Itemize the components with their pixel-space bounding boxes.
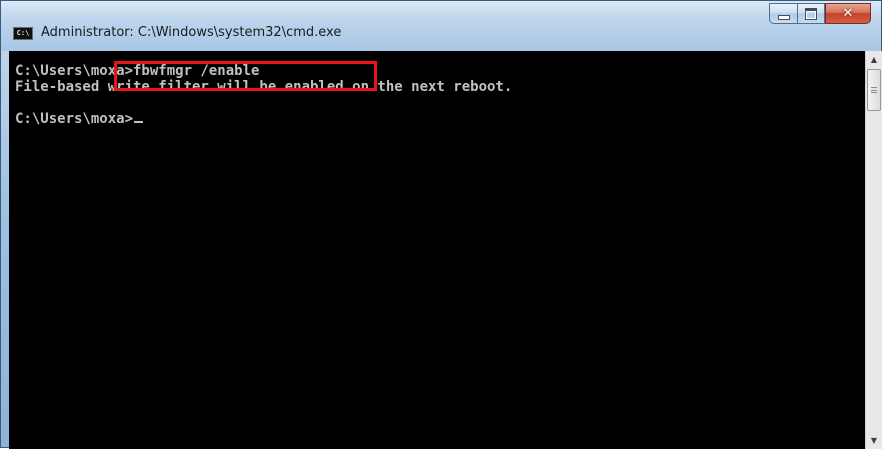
caption-buttons: ✕ <box>769 3 871 25</box>
console-output[interactable]: C:\Users\moxa>fbwfmgr /enable File-based… <box>9 51 865 449</box>
close-button[interactable]: ✕ <box>825 3 871 24</box>
console-line-prompt: C:\Users\moxa> <box>15 111 144 127</box>
maximize-icon <box>805 7 817 20</box>
cmd-window: C:\ Administrator: C:\Windows\system32\c… <box>0 0 882 449</box>
minimize-button[interactable] <box>769 3 797 24</box>
grip-icon <box>871 87 877 93</box>
close-icon: ✕ <box>842 6 854 21</box>
window-title: Administrator: C:\Windows\system32\cmd.e… <box>41 25 342 40</box>
highlight-annotation-box <box>114 61 377 91</box>
cmd-icon[interactable]: C:\ <box>13 27 33 40</box>
text-cursor <box>134 121 144 123</box>
prompt-text: C:\Users\moxa> <box>15 111 134 127</box>
title-bar[interactable]: C:\ Administrator: C:\Windows\system32\c… <box>1 1 881 51</box>
scroll-thumb[interactable] <box>867 69 881 111</box>
scroll-down-arrow-icon[interactable]: ▼ <box>866 432 882 449</box>
maximize-button[interactable] <box>797 3 825 24</box>
scroll-up-arrow-icon[interactable]: ▲ <box>866 51 882 68</box>
minimize-icon <box>777 15 790 20</box>
vertical-scrollbar[interactable]: ▲ ▼ <box>865 51 882 449</box>
